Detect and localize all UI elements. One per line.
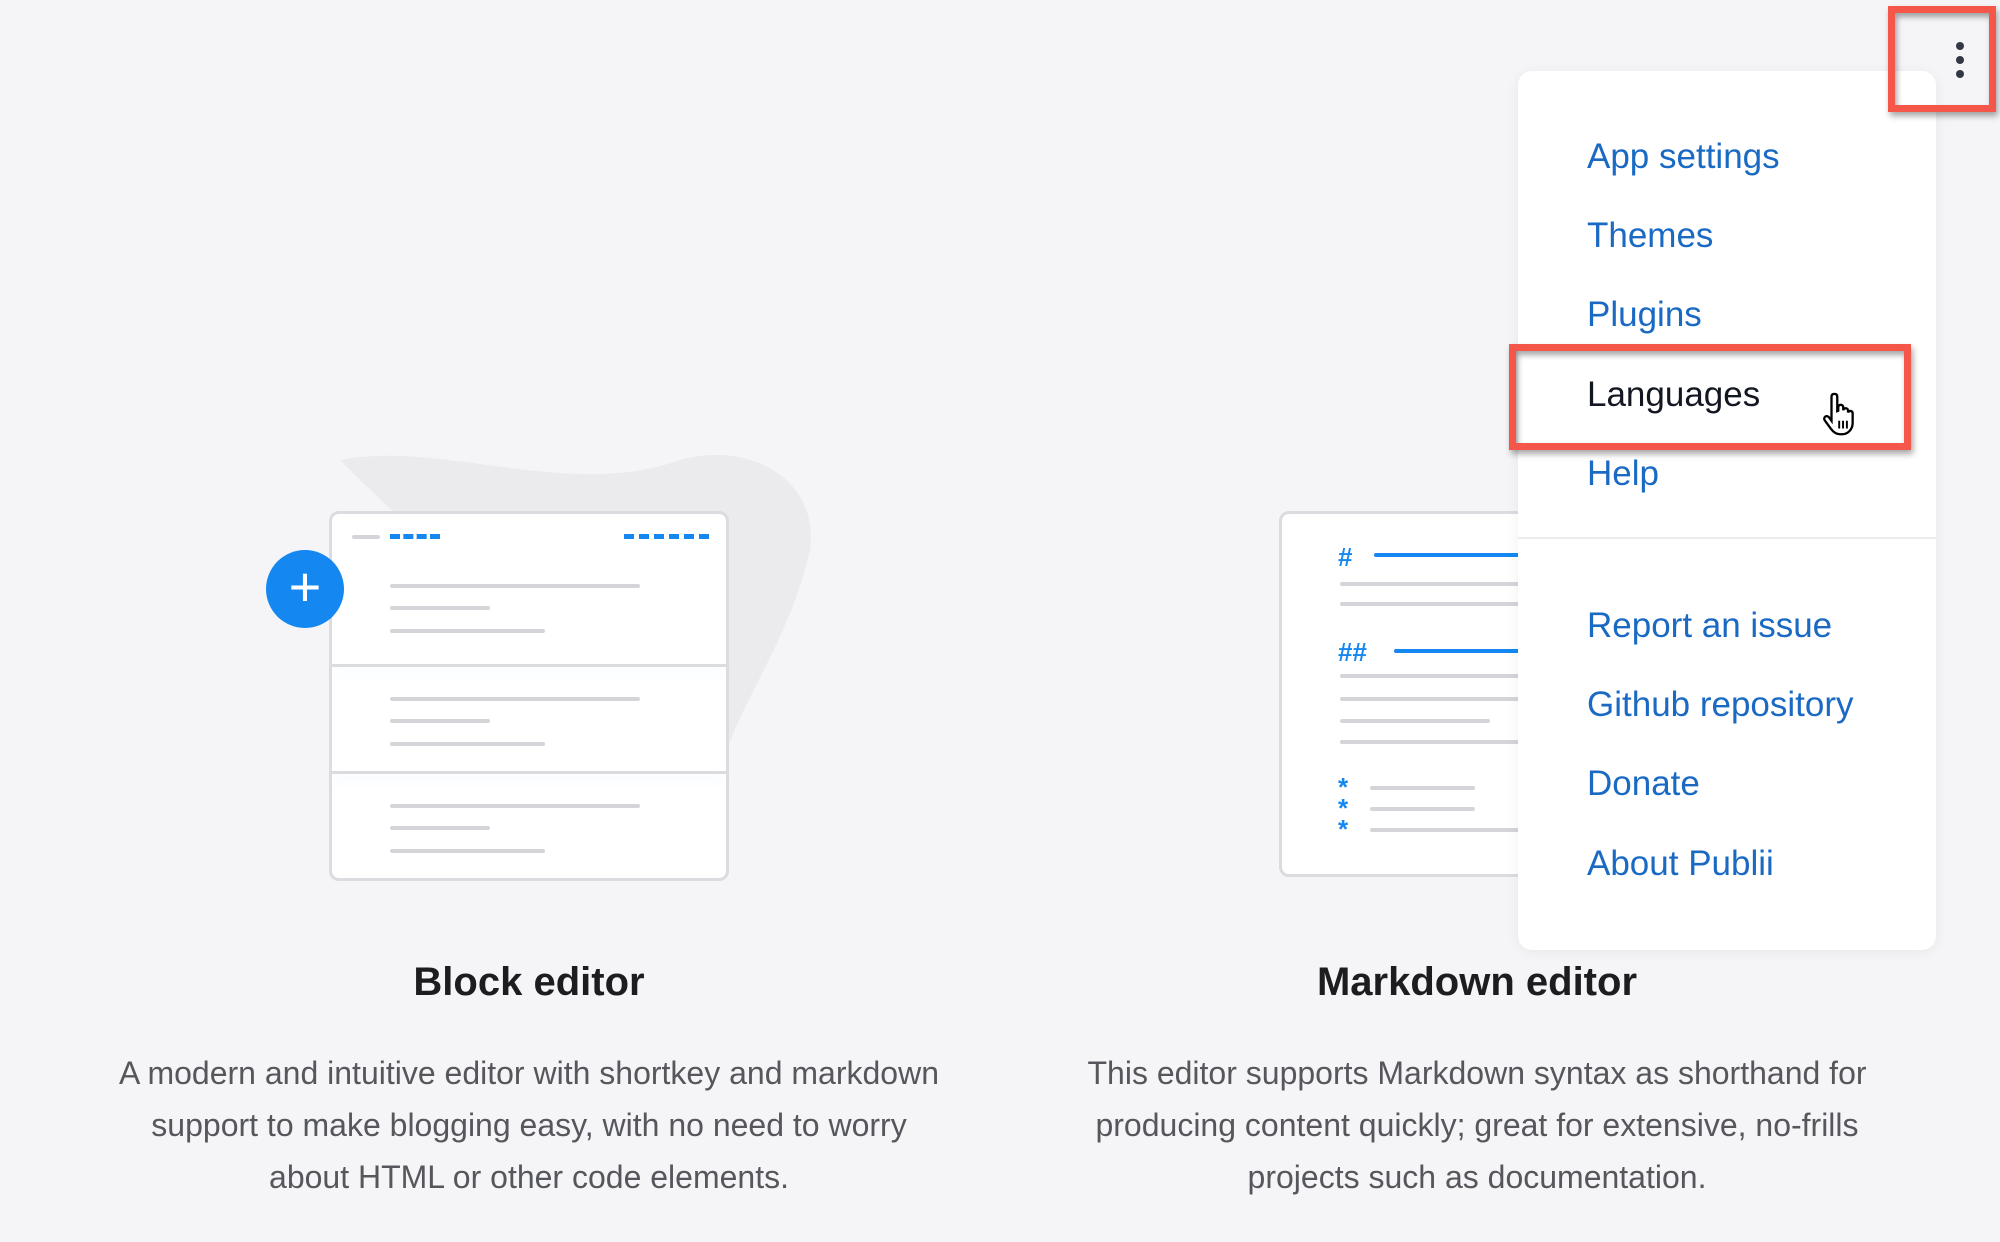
menu-item-donate[interactable]: Donate: [1587, 764, 1700, 804]
heading-symbol: ##: [1338, 637, 1367, 667]
description-line: support to make blogging easy, with no n…: [151, 1107, 907, 1143]
block-editor-description: A modern and intuitive editor with short…: [69, 1047, 989, 1203]
description-line: projects such as documentation.: [1247, 1159, 1707, 1195]
app-menu-dropdown: App settings Themes Plugins Languages He…: [1518, 71, 1936, 950]
description-line: producing content quickly; great for ext…: [1095, 1107, 1859, 1143]
block-editor-illustration: [329, 511, 729, 881]
menu-item-github-repository[interactable]: Github repository: [1587, 685, 1854, 725]
markdown-editor-title: Markdown editor: [1316, 960, 1638, 1004]
menu-item-about[interactable]: About Publii: [1587, 844, 1774, 884]
kebab-vertical-icon[interactable]: [1930, 30, 1990, 90]
block-editor-title: Block editor: [413, 960, 645, 1004]
plus-icon: +: [266, 550, 344, 628]
menu-item-plugins[interactable]: Plugins: [1587, 295, 1702, 335]
menu-item-report-issue[interactable]: Report an issue: [1587, 606, 1832, 646]
list-symbol: *: [1338, 814, 1349, 844]
description-line: about HTML or other code elements.: [269, 1159, 789, 1195]
menu-divider: [1518, 537, 1936, 539]
menu-item-themes[interactable]: Themes: [1587, 216, 1713, 256]
menu-item-help[interactable]: Help: [1587, 454, 1659, 494]
description-line: A modern and intuitive editor with short…: [119, 1055, 939, 1091]
markdown-editor-description: This editor supports Markdown syntax as …: [1017, 1047, 1937, 1203]
menu-item-app-settings[interactable]: App settings: [1587, 137, 1780, 177]
heading-symbol: #: [1338, 542, 1353, 572]
description-line: This editor supports Markdown syntax as …: [1087, 1055, 1867, 1091]
hand-pointer-icon: [1823, 392, 1854, 436]
